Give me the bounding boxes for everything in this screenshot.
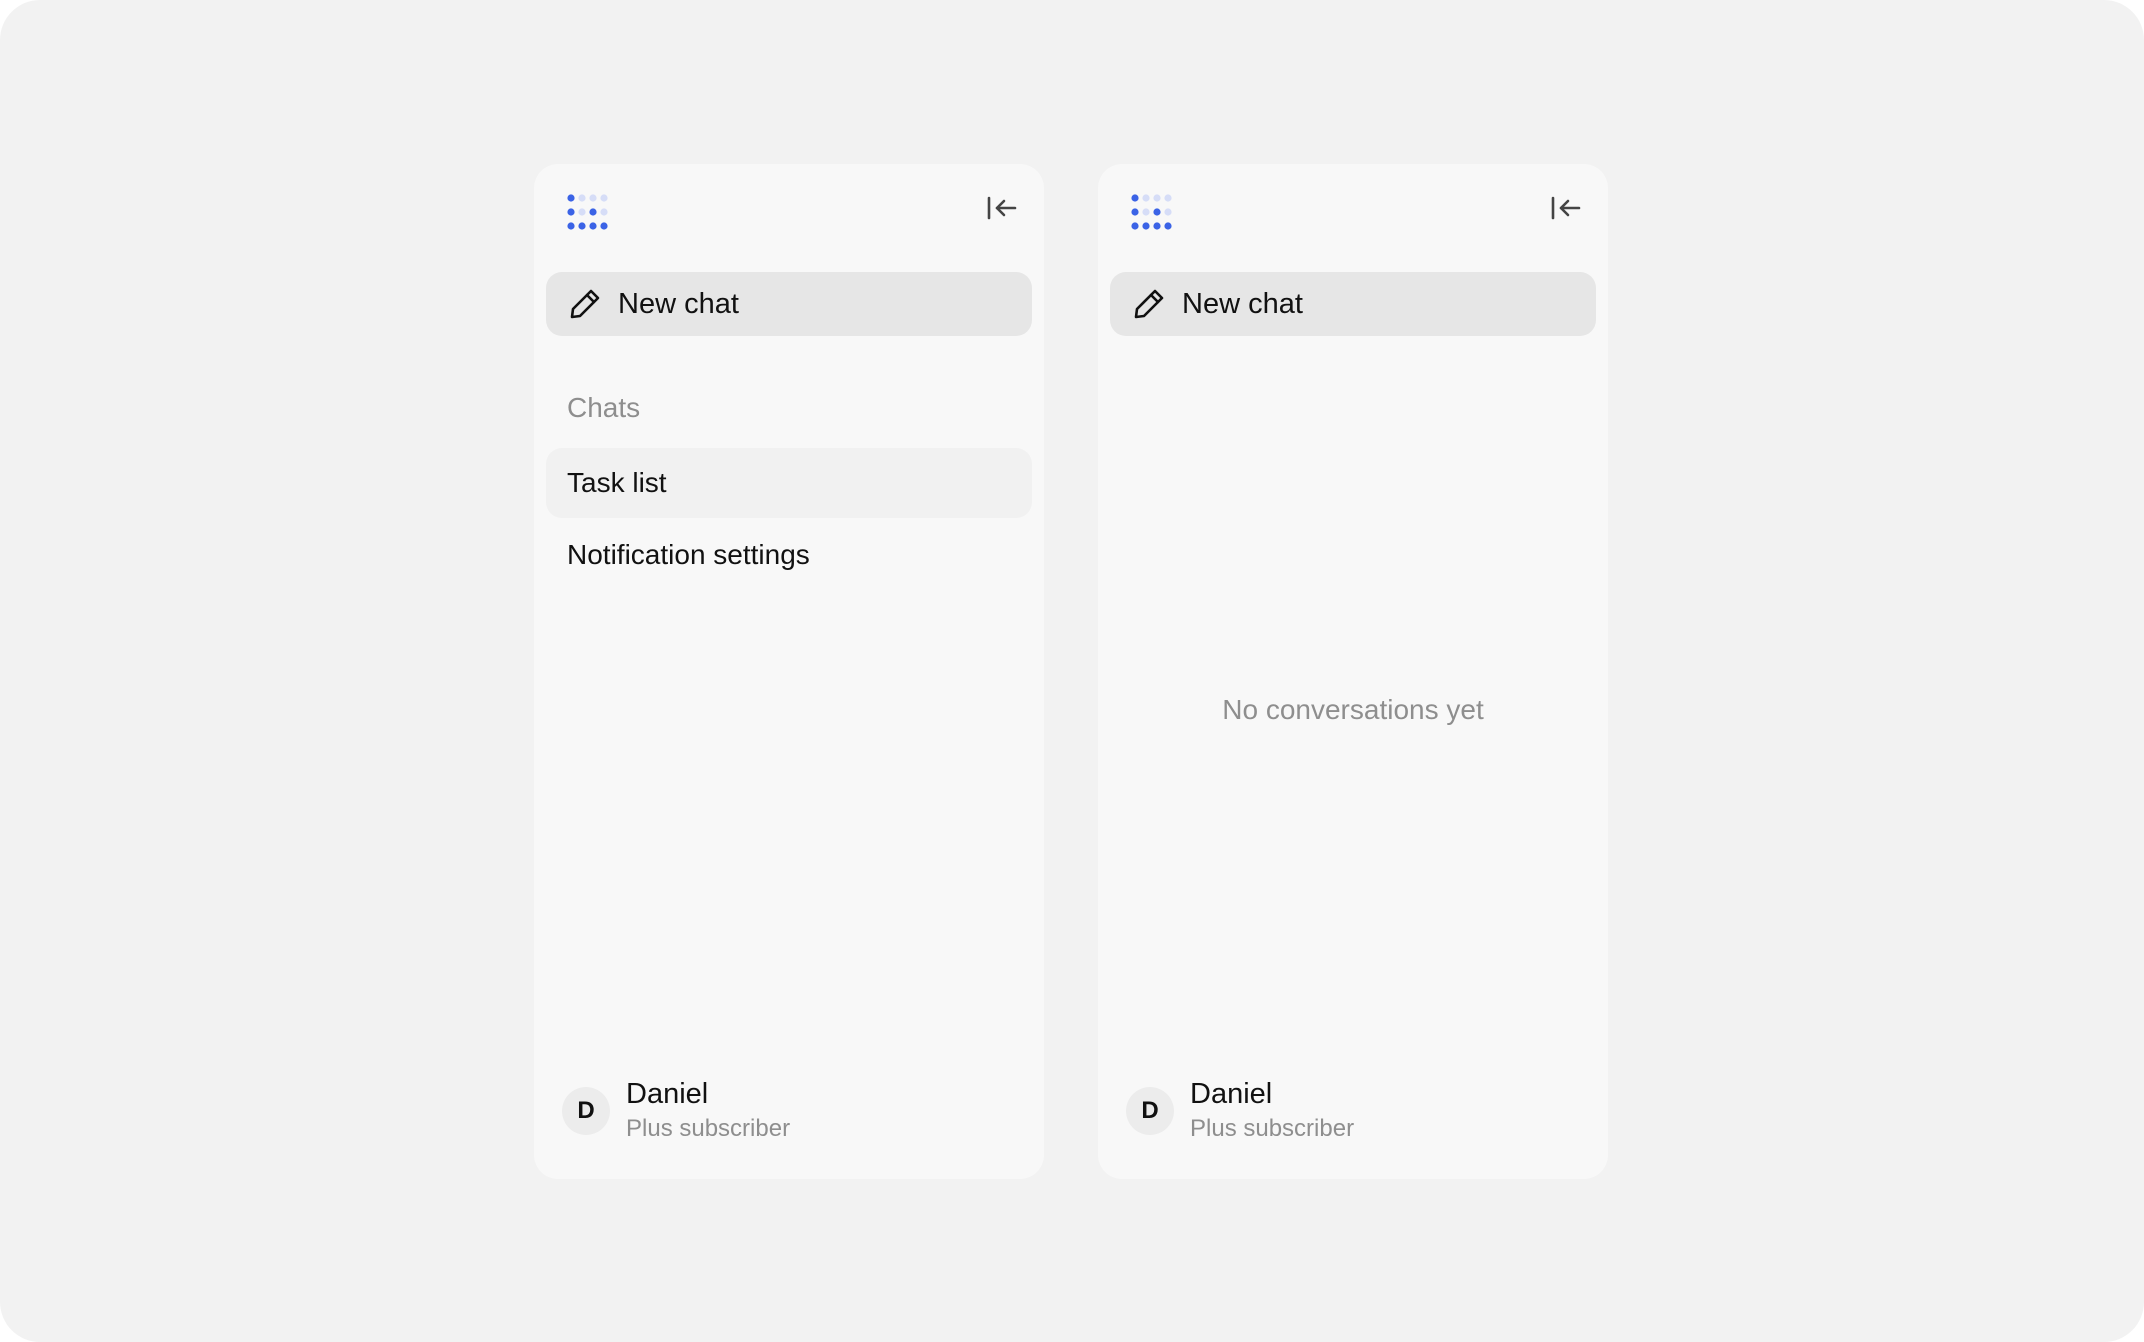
user-profile[interactable]: D Daniel Plus subscriber [562, 1076, 790, 1146]
dot-grid-logo-icon[interactable] [1131, 194, 1175, 232]
collapse-sidebar-button[interactable] [1546, 190, 1586, 230]
chat-item-notification-settings[interactable]: Notification settings [546, 520, 1032, 590]
chat-item-label: Task list [567, 467, 667, 498]
new-chat-label: New chat [618, 287, 739, 320]
user-plan: Plus subscriber [626, 1115, 791, 1142]
chats-section-title: Chats [567, 392, 641, 423]
empty-state-text: No conversations yet [1222, 694, 1484, 725]
user-profile[interactable]: D Daniel Plus subscriber [1126, 1076, 1354, 1146]
sidebar-with-chats: New chat Chats Task list Notification se… [534, 164, 1044, 1179]
avatar: D [1126, 1087, 1174, 1135]
pencil-icon [568, 287, 602, 321]
pencil-icon [1132, 287, 1166, 321]
user-plan: Plus subscriber [1190, 1115, 1355, 1142]
dot-grid-logo-icon[interactable] [567, 194, 611, 232]
chat-item-task-list[interactable]: Task list [546, 448, 1032, 518]
canvas: New chat Chats Task list Notification se… [0, 0, 2144, 1342]
collapse-sidebar-icon [986, 194, 1018, 227]
user-name: Daniel [626, 1078, 709, 1110]
chat-item-label: Notification settings [567, 539, 810, 570]
sidebar-empty: New chat No conversations yet D Daniel P… [1098, 164, 1608, 1179]
collapse-sidebar-icon [1550, 194, 1582, 227]
new-chat-label: New chat [1182, 287, 1303, 320]
new-chat-button[interactable]: New chat [546, 272, 1032, 336]
new-chat-button[interactable]: New chat [1110, 272, 1596, 336]
collapse-sidebar-button[interactable] [982, 190, 1022, 230]
avatar: D [562, 1087, 610, 1135]
user-name: Daniel [1190, 1078, 1273, 1110]
